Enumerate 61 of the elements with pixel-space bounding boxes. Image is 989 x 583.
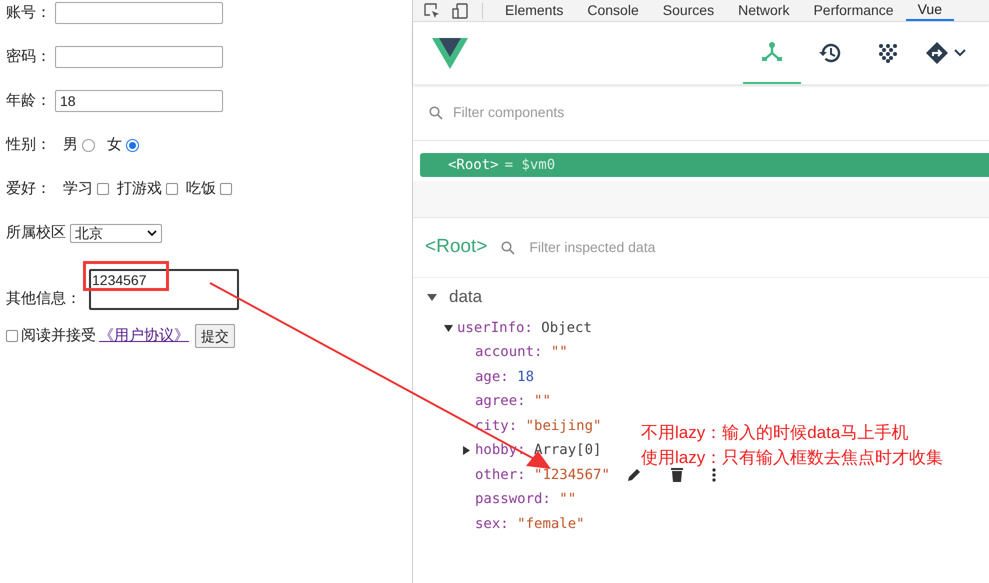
- delete-icon[interactable]: [670, 467, 684, 484]
- agreement-link[interactable]: 《用户协议》: [99, 324, 189, 348]
- more-icon[interactable]: [712, 468, 716, 482]
- dots-grid-icon: [878, 43, 898, 63]
- field-label: 所属校区: [6, 222, 66, 243]
- field-label: 年龄：: [6, 90, 51, 111]
- agreement-text: 阅读并接受: [21, 326, 96, 346]
- checkbox[interactable]: [6, 330, 18, 342]
- text-field[interactable]: [55, 2, 223, 24]
- submit-button[interactable]: 提交: [195, 324, 235, 348]
- section-title: data: [449, 286, 482, 308]
- field-label: 其他信息：: [6, 288, 81, 308]
- device-icon[interactable]: [452, 2, 468, 18]
- option-label: 打游戏: [117, 178, 162, 199]
- data-entry: hobby: Array[0]: [475, 441, 602, 460]
- option-label: 吃饭: [186, 178, 216, 199]
- edit-icon[interactable]: [626, 467, 642, 484]
- checkbox[interactable]: [220, 183, 232, 195]
- field-label: 密码：: [6, 46, 51, 67]
- component-title: <Root>: [425, 235, 488, 260]
- caret-right-icon[interactable]: [462, 446, 470, 456]
- search-icon: [429, 106, 443, 120]
- text-field[interactable]: 18: [55, 90, 223, 112]
- data-entry: sex: "female": [475, 514, 585, 534]
- text-area[interactable]: 1234567: [89, 269, 239, 310]
- devtools-tab[interactable]: Vue: [906, 0, 954, 21]
- data-entry: age: 18: [475, 368, 534, 387]
- annotation-text: 不用lazy：输入的时候data马上手机: [641, 422, 910, 444]
- field-label: 爱好：: [6, 178, 51, 199]
- chevron-down-icon: [147, 230, 157, 236]
- option-label: 女: [107, 134, 122, 155]
- inspect-icon[interactable]: [424, 2, 440, 18]
- field-label: 性别：: [6, 134, 51, 155]
- logo-icon: [432, 38, 468, 68]
- diamond-arrow-icon: [925, 41, 949, 65]
- chevron-down-icon: [953, 48, 967, 58]
- devtools-tab[interactable]: Sources: [650, 0, 726, 21]
- devtools-tab[interactable]: Network: [726, 0, 802, 21]
- annotation-text: 使用lazy：只有输入框数去焦点时才收集: [641, 447, 944, 469]
- data-entry: userInfo: Object: [457, 318, 592, 338]
- data-entry: account: "": [475, 343, 568, 362]
- caret-down-icon[interactable]: [444, 324, 452, 333]
- checkbox[interactable]: [166, 183, 178, 195]
- history-icon: [818, 42, 842, 64]
- caret-down-icon[interactable]: [427, 292, 437, 302]
- field-label: 账号：: [6, 2, 51, 23]
- select-dropdown[interactable]: 北京: [70, 224, 162, 242]
- hierarchy-icon: [761, 41, 783, 63]
- data-entry: password: "": [475, 490, 576, 510]
- devtools-tab[interactable]: Console: [575, 0, 651, 21]
- option-label: 男: [63, 134, 78, 155]
- checkbox[interactable]: [97, 183, 109, 195]
- text-field[interactable]: [55, 46, 223, 68]
- data-entry: agree: "": [475, 392, 551, 412]
- devtools-tab[interactable]: Performance: [801, 0, 906, 21]
- radio-button[interactable]: [82, 138, 95, 152]
- data-entry: other: "1234567": [475, 466, 610, 485]
- search-icon: [501, 240, 516, 254]
- radio-button[interactable]: [126, 138, 139, 152]
- devtools-tab[interactable]: Elements: [493, 0, 576, 21]
- option-label: 学习: [63, 178, 93, 199]
